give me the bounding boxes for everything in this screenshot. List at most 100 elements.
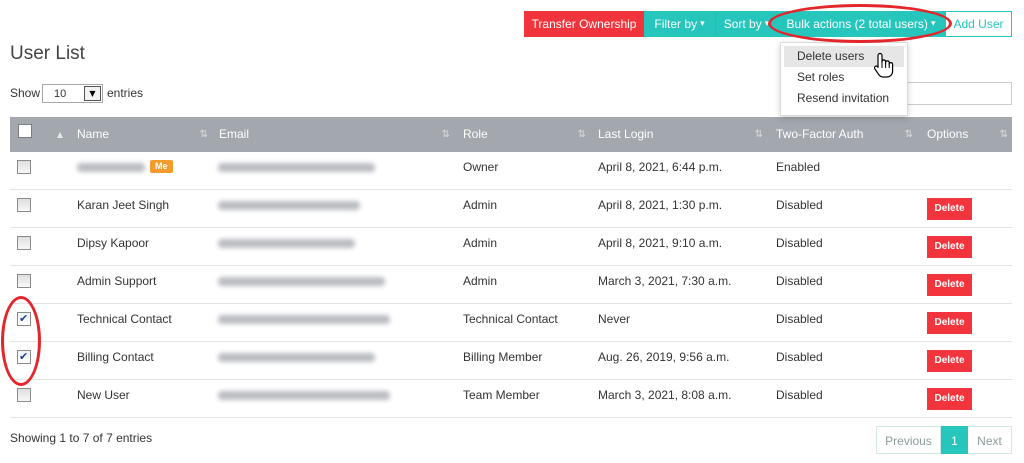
table-info: Showing 1 to 7 of 7 entries <box>10 431 153 445</box>
email-cell <box>212 152 454 189</box>
row-select-cell <box>10 190 67 227</box>
table-row: Billing Contact Billing Member Aug. 26, … <box>10 342 1012 380</box>
pagination-page-current[interactable]: 1 <box>941 426 968 454</box>
delete-user-button[interactable]: Delete <box>927 350 972 372</box>
last-login-cell: March 3, 2021, 8:08 a.m. <box>598 388 732 402</box>
redacted-email <box>218 391 390 400</box>
row-checkbox[interactable] <box>17 198 31 212</box>
sort-both-icon: ⇅ <box>577 129 586 140</box>
length-label-suffix: entries <box>107 86 144 100</box>
add-user-button[interactable]: Add User <box>945 11 1012 37</box>
pagination: Previous 1 Next <box>876 426 1012 454</box>
redacted-email <box>218 277 385 286</box>
caret-down-icon: ▾ <box>764 19 770 29</box>
entries-per-page-select[interactable]: 10 ▼ <box>42 84 103 103</box>
pagination-next[interactable]: Next <box>968 426 1012 454</box>
delete-user-button[interactable]: Delete <box>927 274 972 296</box>
delete-user-button[interactable]: Delete <box>927 388 972 410</box>
last-login-cell: March 3, 2021, 7:30 a.m. <box>598 274 732 288</box>
toolbar: Transfer Ownership Filter by ▾ Sort by ▾ B… <box>524 11 1012 37</box>
sort-both-icon: ⇅ <box>441 129 450 140</box>
column-header-two-factor[interactable]: Two-Factor Auth ⇅ <box>767 117 917 152</box>
table-row: Dipsy Kapoor Admin April 8, 2021, 9:10 a… <box>10 228 1012 266</box>
two-factor-cell: Disabled <box>776 274 823 288</box>
select-all-checkbox[interactable] <box>18 124 32 138</box>
table-row: Admin Support Admin March 3, 2021, 7:30 … <box>10 266 1012 304</box>
options-cell: Delete <box>917 266 1012 303</box>
transfer-ownership-label: Transfer Ownership <box>531 17 637 31</box>
redacted-email <box>218 239 355 248</box>
role-cell: Team Member <box>463 388 540 402</box>
email-cell <box>212 380 454 417</box>
options-cell: Delete <box>917 190 1012 227</box>
name-cell: Technical Contact <box>77 312 172 326</box>
transfer-ownership-button[interactable]: Transfer Ownership <box>524 11 644 37</box>
email-cell <box>212 266 454 303</box>
name-cell: Billing Contact <box>77 350 154 364</box>
row-select-cell <box>10 304 67 341</box>
row-checkbox[interactable] <box>17 350 31 364</box>
column-header-role[interactable]: Role ⇅ <box>454 117 590 152</box>
row-select-cell <box>10 266 67 303</box>
table-row: Technical Contact Technical Contact Neve… <box>10 304 1012 342</box>
delete-user-button[interactable]: Delete <box>927 312 972 334</box>
two-factor-cell: Disabled <box>776 350 823 364</box>
email-cell <box>212 342 454 379</box>
header-select-all-cell: ▲ <box>10 117 67 152</box>
delete-user-button[interactable]: Delete <box>927 198 972 220</box>
delete-user-button[interactable]: Delete <box>927 236 972 258</box>
role-cell: Admin <box>463 198 498 212</box>
options-cell: Delete <box>917 380 1012 417</box>
sort-both-icon: ⇅ <box>199 129 208 140</box>
triangle-down-icon[interactable]: ▼ <box>84 86 101 101</box>
last-login-cell: Aug. 26, 2019, 9:56 a.m. <box>598 350 730 364</box>
column-header-label: Last Login <box>598 127 654 141</box>
column-header-last-login[interactable]: Last Login ⇅ <box>590 117 767 152</box>
row-checkbox[interactable] <box>17 312 31 326</box>
column-header-label: Two-Factor Auth <box>776 127 864 141</box>
column-header-options[interactable]: Options ⇅ <box>917 117 1012 152</box>
filter-by-button[interactable]: Filter by ▾ <box>644 11 715 37</box>
column-header-label: Name <box>77 127 110 141</box>
row-checkbox[interactable] <box>17 160 31 174</box>
sort-by-button[interactable]: Sort by ▾ <box>715 11 777 37</box>
row-select-cell <box>10 152 67 189</box>
column-header-email[interactable]: Email ⇅ <box>212 117 454 152</box>
two-factor-cell: Disabled <box>776 312 823 326</box>
last-login-cell: Never <box>598 312 631 326</box>
page-title: User List <box>10 43 85 64</box>
email-cell <box>212 304 454 341</box>
row-select-cell <box>10 380 67 417</box>
name-cell: Karan Jeet Singh <box>77 198 170 212</box>
row-checkbox[interactable] <box>17 388 31 402</box>
row-checkbox[interactable] <box>17 274 31 288</box>
caret-down-icon: ▾ <box>700 19 705 29</box>
redacted-email <box>218 163 375 172</box>
two-factor-cell: Disabled <box>776 198 823 212</box>
sort-both-icon: ⇅ <box>754 129 763 140</box>
filter-by-label: Filter by <box>654 17 698 31</box>
role-cell: Technical Contact <box>463 312 558 326</box>
table-row: New User Team Member March 3, 2021, 8:08… <box>10 380 1012 418</box>
table-row: Me Owner April 8, 2021, 6:44 p.m. Enable… <box>10 152 1012 190</box>
role-cell: Owner <box>463 160 499 174</box>
column-header-label: Options <box>927 127 969 141</box>
redacted-email <box>218 315 390 324</box>
menu-item-resend-invitation[interactable]: Resend invitation <box>784 88 904 109</box>
redacted-email <box>218 353 375 362</box>
bulk-actions-button[interactable]: Bulk actions (2 total users) ▾ <box>777 11 945 37</box>
name-cell: Dipsy Kapoor <box>77 236 150 250</box>
email-cell <box>212 190 454 227</box>
last-login-cell: April 8, 2021, 6:44 p.m. <box>598 160 723 174</box>
pagination-previous[interactable]: Previous <box>876 426 941 454</box>
row-checkbox[interactable] <box>17 236 31 250</box>
role-cell: Billing Member <box>463 350 543 364</box>
two-factor-cell: Disabled <box>776 388 823 402</box>
redacted-email <box>218 201 360 210</box>
sort-asc-icon[interactable]: ▲ <box>57 117 63 152</box>
column-header-label: Role <box>463 127 488 141</box>
column-header-name[interactable]: Name ⇅ <box>67 117 212 152</box>
sort-both-icon: ⇅ <box>999 129 1008 140</box>
last-login-cell: April 8, 2021, 9:10 a.m. <box>598 236 723 250</box>
bulk-actions-label: Bulk actions (2 total users) <box>786 17 928 31</box>
